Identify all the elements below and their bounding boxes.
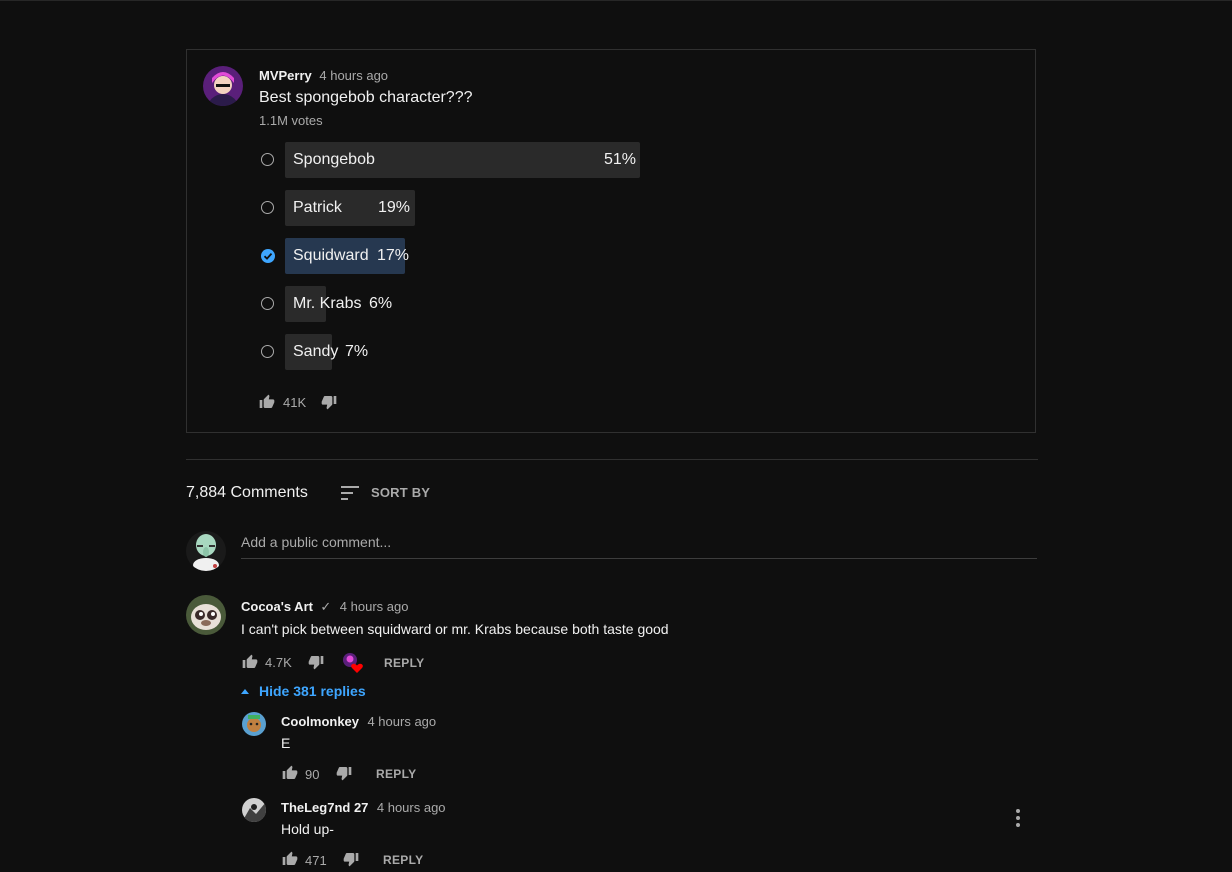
- poll-author-line: MVPerry 4 hours ago: [259, 68, 388, 83]
- add-comment-input[interactable]: Add a public comment...: [241, 532, 1037, 559]
- poll-option-label: Spongebob: [293, 151, 375, 168]
- commenter-avatar[interactable]: [186, 595, 226, 635]
- reply-like-count: 471: [305, 853, 327, 868]
- poll-post-card: MVPerry 4 hours ago Best spongebob chara…: [186, 49, 1036, 433]
- poll-option-patrick[interactable]: Patrick 19%: [259, 190, 759, 226]
- reply-author-line: TheLeg7nd 27 4 hours ago: [281, 799, 446, 817]
- reply-author-line: Coolmonkey 4 hours ago: [281, 713, 436, 731]
- creator-heart-icon: [342, 652, 364, 674]
- reply-author[interactable]: Coolmonkey: [281, 714, 359, 729]
- sort-icon[interactable]: [341, 485, 361, 506]
- reply-button[interactable]: REPLY: [376, 767, 416, 781]
- comment-like-count: 4.7K: [265, 655, 292, 670]
- poll-option-sandy[interactable]: Sandy 7%: [259, 334, 759, 370]
- comment-text: I can't pick between squidward or mr. Kr…: [241, 621, 669, 637]
- reply-button[interactable]: REPLY: [384, 656, 424, 670]
- thumbs-down-icon[interactable]: [343, 851, 359, 872]
- comment-time[interactable]: 4 hours ago: [340, 599, 409, 614]
- poll-option-percent: 19%: [378, 199, 411, 216]
- hide-replies-label: Hide 381 replies: [259, 683, 366, 699]
- reply-text: Hold up-: [281, 821, 334, 837]
- thumbs-up-icon[interactable]: [282, 851, 298, 872]
- thumbs-up-icon[interactable]: [282, 765, 298, 786]
- thumbs-down-icon[interactable]: [336, 765, 352, 786]
- verified-icon: ✓: [320, 599, 332, 614]
- poll-like-count: 41K: [283, 395, 307, 410]
- user-avatar: [186, 531, 226, 571]
- poll-option-label: Sandy: [293, 343, 339, 360]
- poll-option-label: Patrick: [293, 199, 342, 216]
- radio-icon: [261, 297, 274, 310]
- sort-by-button[interactable]: SORT BY: [371, 485, 430, 500]
- poll-option-squidward[interactable]: Squidward 17%: [259, 238, 759, 274]
- poll-option-percent: 7%: [345, 343, 369, 360]
- reply-author[interactable]: TheLeg7nd 27: [281, 800, 368, 815]
- reply-like-count: 90: [305, 767, 320, 782]
- poll-option-mr-krabs[interactable]: Mr. Krabs 6%: [259, 286, 759, 322]
- reply-time[interactable]: 4 hours ago: [367, 714, 436, 729]
- top-divider: [0, 0, 1232, 1]
- comment-author-line: Cocoa's Art ✓ 4 hours ago: [241, 598, 408, 616]
- radio-icon: [261, 201, 274, 214]
- replier-avatar[interactable]: [242, 712, 266, 736]
- replier-avatar[interactable]: [242, 798, 266, 822]
- more-options-icon[interactable]: [1010, 808, 1026, 828]
- thumbs-up-icon[interactable]: [242, 654, 258, 675]
- poll-option-label: Squidward: [293, 247, 369, 264]
- poll-option-label: Mr. Krabs: [293, 295, 362, 312]
- reply-time[interactable]: 4 hours ago: [377, 800, 446, 815]
- hide-replies-button[interactable]: Hide 381 replies: [241, 683, 366, 699]
- thumbs-down-icon[interactable]: [308, 654, 324, 675]
- reply-button[interactable]: REPLY: [383, 853, 423, 867]
- poll-option-percent: 6%: [369, 295, 393, 312]
- caret-up-icon: [241, 688, 249, 694]
- poll-question: Best spongebob character???: [259, 89, 473, 106]
- poll-option-spongebob[interactable]: Spongebob 51%: [259, 142, 759, 178]
- poll-vote-count: 1.1M votes: [259, 113, 323, 128]
- channel-avatar[interactable]: [203, 66, 243, 106]
- radio-icon: [261, 153, 274, 166]
- reply-text: E: [281, 735, 291, 751]
- poll-time[interactable]: 4 hours ago: [319, 68, 388, 83]
- thumbs-up-icon[interactable]: [259, 394, 275, 415]
- comments-count: 7,884 Comments: [186, 484, 308, 501]
- poll-option-percent: 17%: [377, 247, 410, 264]
- poll-author[interactable]: MVPerry: [259, 68, 312, 83]
- section-divider: [186, 459, 1038, 460]
- poll-option-percent: 51%: [604, 151, 637, 168]
- radio-icon: [261, 345, 274, 358]
- checked-radio-icon: [261, 249, 275, 263]
- comment-author[interactable]: Cocoa's Art: [241, 599, 313, 614]
- thumbs-down-icon[interactable]: [321, 394, 337, 415]
